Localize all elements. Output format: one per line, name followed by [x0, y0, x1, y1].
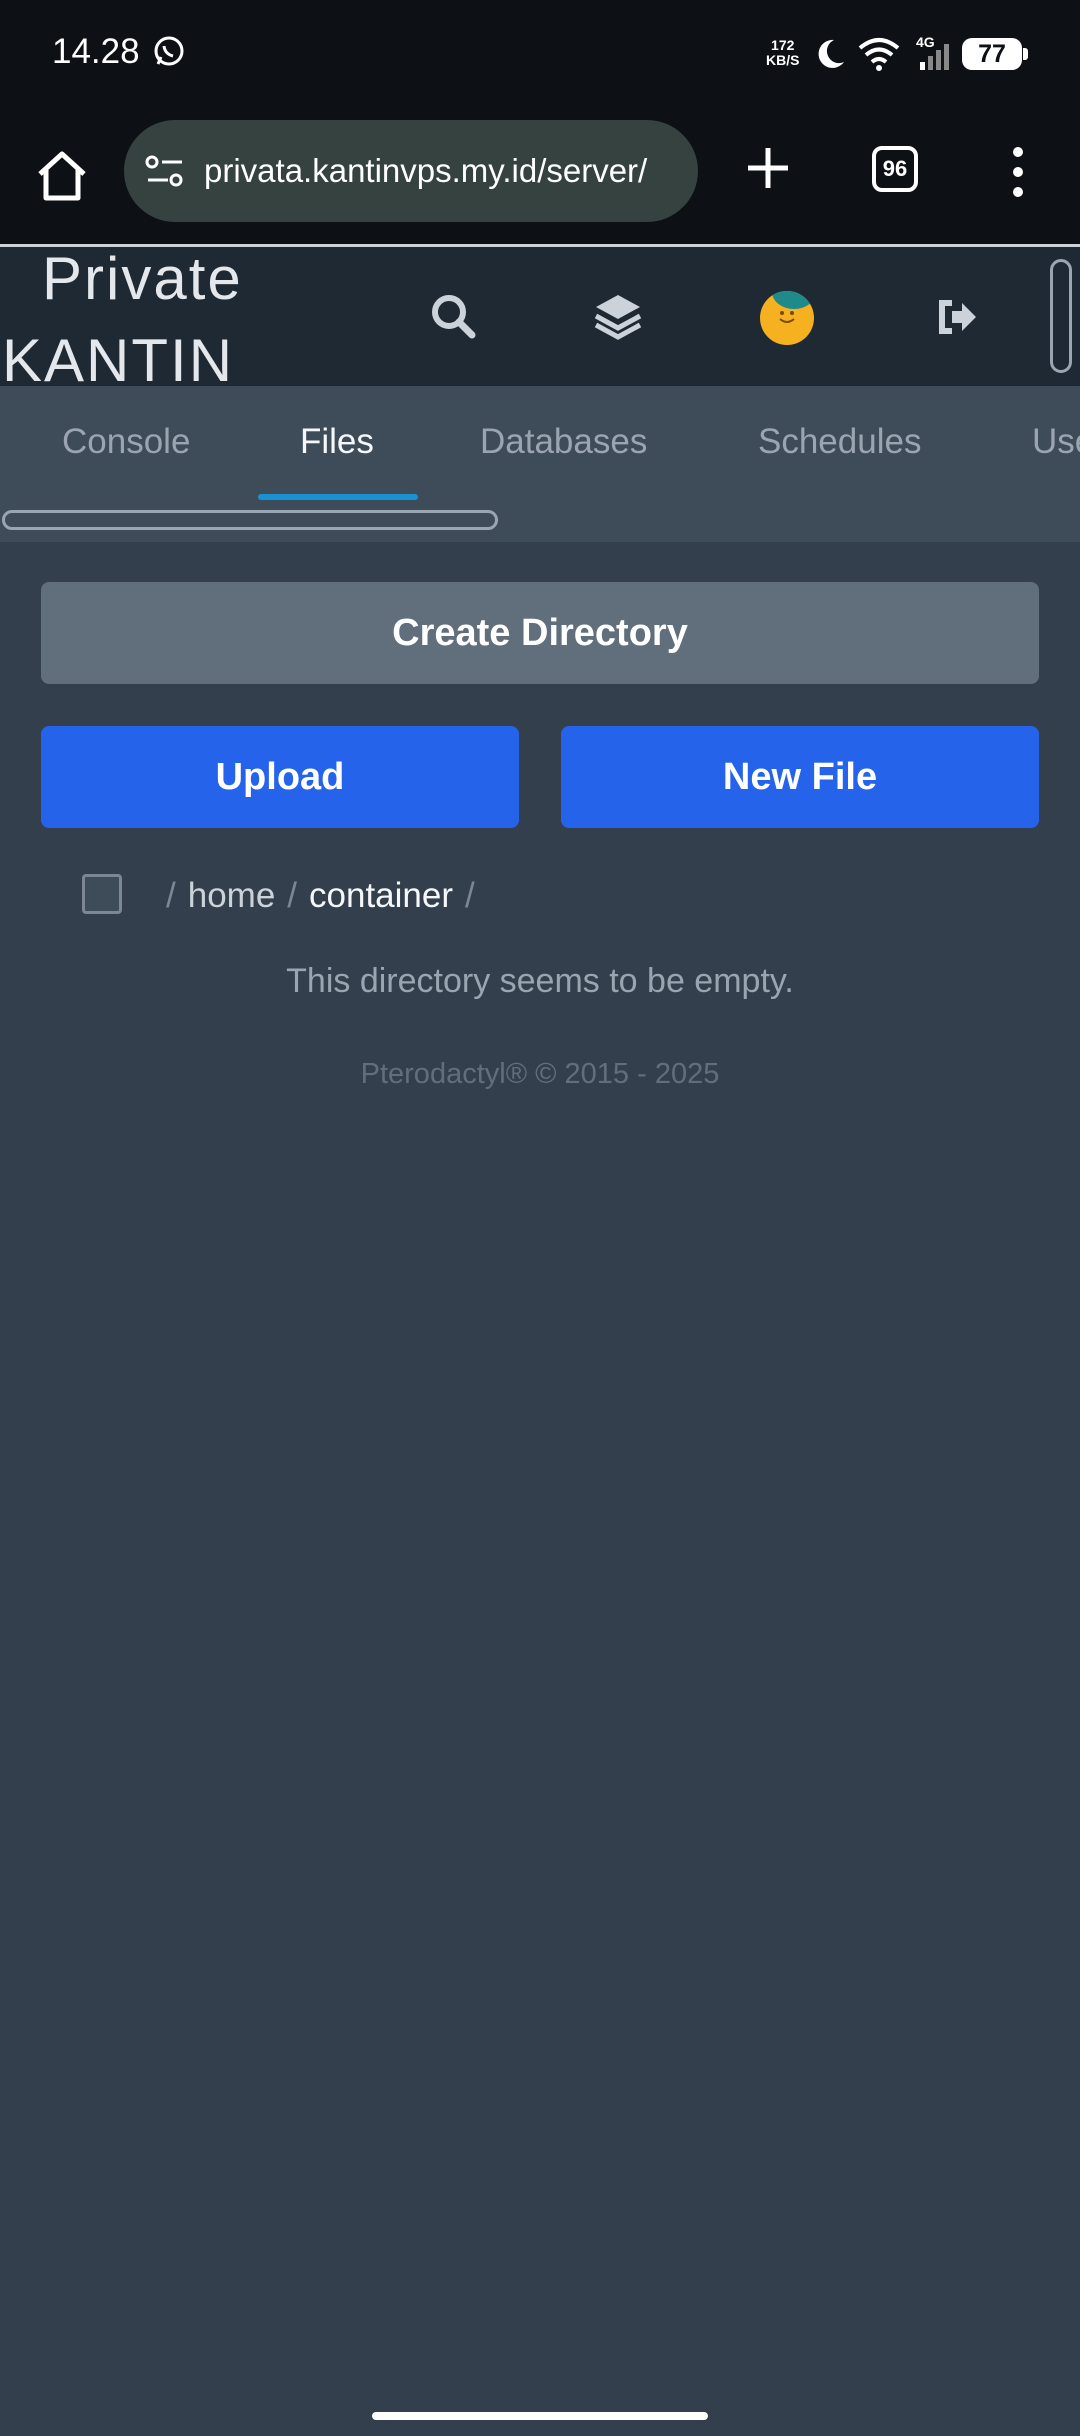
brand-line-1: Private	[42, 245, 243, 312]
breadcrumb-separator: /	[287, 876, 298, 915]
new-file-button[interactable]: New File	[561, 726, 1039, 828]
wifi-icon	[858, 38, 900, 71]
gesture-home-indicator[interactable]	[372, 2412, 708, 2420]
brand-logo[interactable]: Private KANTIN	[2, 247, 243, 391]
empty-directory-message: This directory seems to be empty.	[286, 962, 794, 1000]
tab-files[interactable]: Files	[300, 422, 374, 462]
whatsapp-icon	[154, 36, 184, 66]
tab-users[interactable]: Use	[1032, 422, 1080, 462]
footer-copyright: Pterodactyl® © 2015 - 2025	[360, 1058, 720, 1090]
brand-line-2: KANTIN	[2, 327, 235, 394]
tabs-scrollbar[interactable]	[2, 510, 498, 530]
select-all-checkbox[interactable]	[82, 874, 122, 914]
browser-toolbar: privata.kantinvps.my.id/server/ 96	[0, 110, 1080, 244]
tab-databases[interactable]: Databases	[480, 422, 647, 462]
avatar[interactable]	[760, 291, 814, 345]
app-header: Private KANTIN	[0, 244, 1080, 391]
site-settings-icon[interactable]	[144, 152, 186, 190]
logout-icon[interactable]	[930, 289, 986, 345]
server-nav-tabs: Console Files Databases Schedules Use	[0, 386, 1080, 542]
status-bar: 14.28 172 KB/S 4G 77	[0, 0, 1080, 110]
address-bar[interactable]: privata.kantinvps.my.id/server/	[124, 120, 698, 222]
create-directory-button[interactable]: Create Directory	[41, 582, 1039, 684]
avatar-face-icon	[779, 311, 795, 323]
breadcrumb-path: / home / container /	[166, 872, 487, 920]
breadcrumb-separator: /	[166, 876, 176, 915]
active-tab-indicator	[258, 494, 418, 500]
new-tab-icon[interactable]	[740, 140, 796, 196]
url-text[interactable]: privata.kantinvps.my.id/server/	[204, 152, 684, 190]
moon-icon	[818, 39, 844, 68]
home-icon[interactable]	[30, 144, 94, 208]
breadcrumb-home[interactable]: home	[188, 876, 276, 915]
battery-indicator: 77	[962, 38, 1028, 70]
tab-schedules[interactable]: Schedules	[758, 422, 921, 462]
header-scrollbar[interactable]	[1050, 259, 1072, 373]
breadcrumb-current: container	[309, 876, 454, 915]
more-menu-icon[interactable]	[1004, 144, 1032, 200]
upload-button[interactable]: Upload	[41, 726, 519, 828]
tab-switcher-button[interactable]: 96	[872, 146, 918, 192]
search-icon[interactable]	[426, 289, 482, 345]
layers-icon[interactable]	[590, 289, 646, 345]
tab-console[interactable]: Console	[62, 422, 190, 462]
network-speed: 172 KB/S	[766, 37, 800, 68]
signal-icon	[920, 44, 949, 70]
breadcrumb-separator: /	[465, 876, 475, 915]
status-time: 14.28	[52, 32, 140, 71]
